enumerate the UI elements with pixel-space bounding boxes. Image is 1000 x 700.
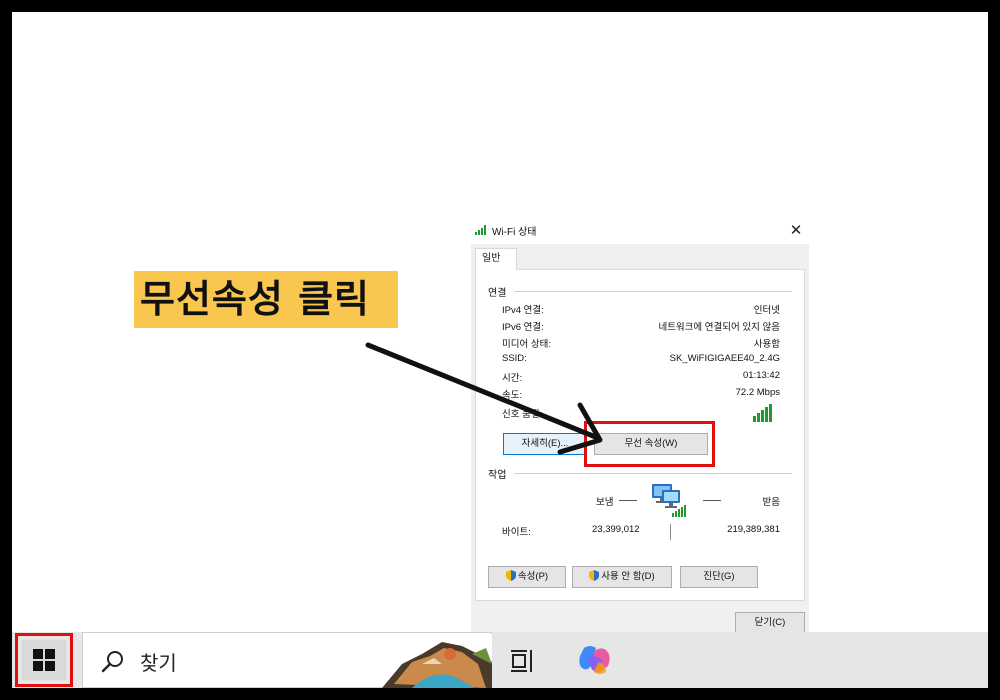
ipv4-value: 인터넷 bbox=[753, 305, 780, 316]
activity-section-title: 작업 bbox=[488, 470, 507, 481]
properties-button[interactable]: 속성(P) bbox=[488, 566, 566, 588]
ipv6-value: 네트워크에 연결되어 있지 않음 bbox=[658, 322, 780, 333]
speed-value: 72.2 Mbps bbox=[735, 387, 780, 398]
connection-section-title: 연결 bbox=[488, 288, 507, 299]
shield-icon bbox=[589, 570, 600, 581]
close-icon[interactable]: ✕ bbox=[785, 220, 807, 240]
ipv6-label: IPv6 연결: bbox=[502, 322, 544, 333]
disable-button[interactable]: 사용 안 함(D) bbox=[572, 566, 672, 588]
received-label: 받음 bbox=[762, 497, 780, 508]
sent-dash bbox=[619, 500, 637, 501]
close-button[interactable]: 닫기(C) bbox=[735, 612, 805, 634]
diagnose-button[interactable]: 진단(G) bbox=[680, 566, 758, 588]
duration-label: 시간: bbox=[502, 373, 523, 384]
ssid-label: SSID: bbox=[502, 353, 527, 364]
task-view-icon[interactable] bbox=[510, 648, 536, 674]
highlight-start-button bbox=[15, 633, 73, 687]
network-computers-icon bbox=[652, 484, 686, 517]
disable-label: 사용 안 함(D) bbox=[601, 571, 655, 582]
widgets-icon[interactable] bbox=[382, 634, 492, 688]
search-placeholder: 찾기 bbox=[140, 651, 177, 675]
signal-quality-label: 신호 품질: bbox=[502, 409, 543, 420]
dialog-titlebar: Wi-Fi 상태 ✕ bbox=[471, 216, 809, 244]
duration-value: 01:13:42 bbox=[743, 370, 780, 381]
sent-label: 보냄 bbox=[596, 497, 614, 508]
dialog-title: Wi-Fi 상태 bbox=[492, 227, 537, 238]
ipv4-label: IPv4 연결: bbox=[502, 305, 544, 316]
search-icon bbox=[101, 651, 123, 673]
wifi-signal-icon bbox=[475, 225, 486, 235]
copilot-icon[interactable] bbox=[578, 644, 612, 676]
signal-quality-icon bbox=[753, 402, 777, 422]
shield-icon bbox=[505, 570, 516, 581]
bytes-label: 바이트: bbox=[502, 527, 531, 538]
highlight-wireless-properties bbox=[584, 421, 715, 467]
divider bbox=[514, 291, 792, 292]
annotation-label: 무선속성 클릭 bbox=[134, 271, 398, 328]
bytes-received-value: 219,389,381 bbox=[727, 524, 780, 535]
media-state-value: 사용함 bbox=[753, 339, 780, 350]
speed-label: 속도: bbox=[502, 390, 523, 401]
received-dash bbox=[703, 500, 721, 501]
taskbar: 찾기 bbox=[12, 632, 988, 688]
ssid-value: SK_WiFIGIGAEE40_2.4G bbox=[669, 353, 780, 364]
details-button[interactable]: 자세히(E)... bbox=[503, 433, 587, 455]
media-state-label: 미디어 상태: bbox=[502, 339, 551, 350]
bytes-separator bbox=[670, 524, 671, 540]
tab-general[interactable]: 일반 bbox=[475, 248, 517, 270]
properties-label: 속성(P) bbox=[517, 571, 549, 582]
divider bbox=[514, 473, 792, 474]
bytes-sent-value: 23,399,012 bbox=[592, 524, 640, 535]
